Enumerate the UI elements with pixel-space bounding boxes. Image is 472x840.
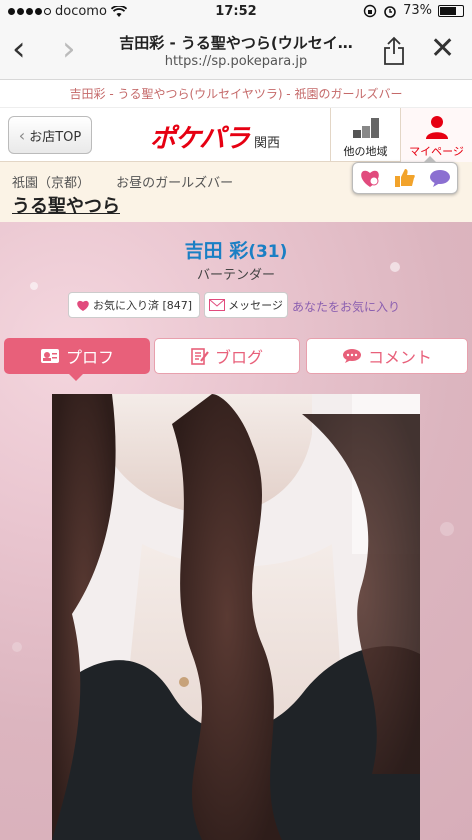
site-logo[interactable]: ポケパラ — [150, 118, 250, 155]
heart-icon[interactable] — [359, 168, 381, 188]
blog-pencil-icon — [191, 348, 209, 365]
girl-name-text: 吉田 彩 — [184, 240, 249, 262]
message-button-label: メッセージ — [228, 299, 283, 312]
thumbs-up-icon[interactable] — [394, 168, 416, 188]
shop-top-label: お店TOP — [29, 129, 82, 145]
other-region-label: 他の地域 — [343, 145, 388, 158]
region-map-icon — [352, 118, 379, 138]
favorite-button-label: お気に入り済 [847] — [92, 299, 193, 312]
page-title: 吉田彩 - うる聖やつら(ウルセイ… — [119, 34, 353, 52]
message-button[interactable]: メッセージ — [204, 292, 288, 318]
tab-profile-label: プロフ — [65, 348, 114, 367]
tab-comment[interactable]: コメント — [306, 338, 468, 374]
girl-role: バーテンダー — [196, 268, 275, 283]
breadcrumb[interactable]: 吉田彩 - うる聖やつら(ウルセイヤツラ) - 祇園のガールズバー — [0, 80, 472, 108]
chat-bubble-icon[interactable] — [429, 168, 451, 188]
comment-bubble-icon — [342, 349, 361, 363]
battery-percent: 73% — [403, 3, 432, 18]
status-bar: docomo 17:52 73% — [0, 0, 472, 24]
girl-name: 吉田 彩(31) — [0, 236, 472, 263]
chevron-left-icon: ‹ — [18, 125, 26, 145]
forward-icon[interactable]: › — [62, 32, 76, 66]
region-label: 関西 — [254, 136, 281, 151]
browser-toolbar: ‹ › 吉田彩 - うる聖やつら(ウルセイ… https://sp.pokepa… — [0, 24, 472, 80]
tab-blog[interactable]: ブログ — [154, 338, 300, 374]
user-icon — [425, 116, 448, 139]
orientation-lock-icon — [363, 4, 377, 17]
tab-comment-label: コメント — [367, 348, 432, 367]
tab-profile[interactable]: プロフ — [4, 338, 150, 381]
shop-name-link[interactable]: うる聖やつら — [12, 192, 120, 218]
envelope-icon — [209, 299, 226, 311]
url-display[interactable]: https://sp.pokepara.jp — [100, 54, 372, 69]
sparkle-decoration — [30, 282, 38, 290]
profile-area: 吉田 彩(31) バーテンダー お気に入り済 [847] メッセージ あなたをお… — [0, 222, 472, 840]
sparkle-decoration — [12, 642, 22, 652]
profile-photo[interactable] — [52, 394, 420, 840]
mypage-button[interactable]: マイページ — [400, 108, 472, 162]
back-icon[interactable]: ‹ — [12, 32, 26, 66]
profile-photo-image — [52, 394, 420, 840]
heart-icon — [77, 300, 89, 311]
shop-area: 祇園（京都） — [12, 176, 91, 191]
site-header: ‹ お店TOP ポケパラ 関西 他の地域 マイページ — [0, 108, 472, 162]
girl-age: (31) — [248, 242, 288, 262]
close-icon[interactable]: ✕ — [430, 34, 455, 64]
profile-card-icon — [40, 349, 59, 363]
alarm-icon — [384, 5, 396, 18]
other-region-button[interactable]: 他の地域 — [330, 108, 400, 162]
shop-category: お昼のガールズバー — [116, 176, 234, 191]
battery-icon — [438, 4, 464, 17]
mypage-popover — [352, 156, 458, 194]
sparkle-decoration — [440, 522, 454, 536]
favorited-you-link[interactable]: あなたをお気に入り — [292, 298, 400, 315]
tab-blog-label: ブログ — [214, 348, 263, 367]
favorite-button[interactable]: お気に入り済 [847] — [68, 292, 200, 318]
profile-tabs: プロフ ブログ コメント — [4, 338, 468, 381]
shop-top-button[interactable]: ‹ お店TOP — [8, 116, 92, 154]
share-icon[interactable] — [382, 36, 406, 66]
